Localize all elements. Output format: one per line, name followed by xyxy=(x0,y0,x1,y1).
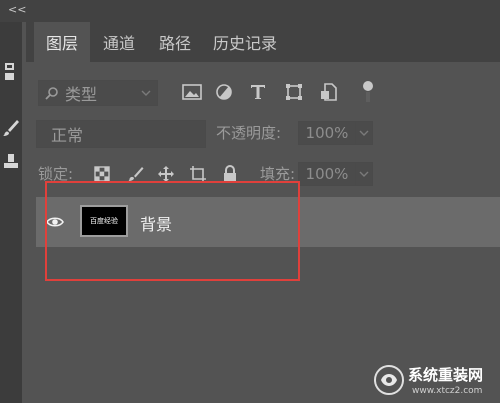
watermark-url: www.xtcz2.com xyxy=(412,386,483,396)
adjustment-filter-icon[interactable] xyxy=(212,80,236,104)
tab-channels[interactable]: 通道 xyxy=(90,22,148,62)
fill-value: 100% xyxy=(305,165,349,183)
watermark-logo-icon xyxy=(374,365,404,395)
tool-strip xyxy=(0,22,22,403)
highlight-box xyxy=(45,181,300,281)
opacity-field[interactable]: 100% xyxy=(298,121,356,145)
tab-label: 通道 xyxy=(102,34,135,53)
filter-toggle-icon[interactable] xyxy=(356,80,380,104)
chevron-down-icon xyxy=(141,90,151,96)
panel-tabs: 图层 通道 路径 历史记录 xyxy=(26,22,500,62)
tab-history[interactable]: 历史记录 xyxy=(202,22,288,62)
image-filter-icon[interactable] xyxy=(180,80,204,104)
fill-dropdown[interactable] xyxy=(355,162,373,186)
watermark-title: 系统重装网 xyxy=(408,366,484,384)
filter-kind-value: 类型 xyxy=(65,85,98,104)
blend-mode-select[interactable]: 正常 xyxy=(36,120,206,148)
opacity-value: 100% xyxy=(305,124,349,142)
collapse-icon[interactable]: << xyxy=(8,3,26,17)
tab-label: 路径 xyxy=(158,34,191,53)
chevron-down-icon xyxy=(359,171,369,177)
type-filter-icon[interactable] xyxy=(246,80,270,104)
brush-icon[interactable] xyxy=(0,114,22,142)
top-bar: << xyxy=(0,0,500,22)
search-icon xyxy=(45,87,58,100)
tab-label: 历史记录 xyxy=(212,34,277,53)
stamp-icon[interactable] xyxy=(0,148,22,176)
smart-object-filter-icon[interactable] xyxy=(316,80,340,104)
blend-mode-value: 正常 xyxy=(51,126,84,145)
tab-layers[interactable]: 图层 xyxy=(34,22,90,62)
tab-label: 图层 xyxy=(45,34,78,53)
layer-panel-icon[interactable] xyxy=(0,58,22,86)
opacity-label: 不透明度: xyxy=(216,124,282,142)
filter-kind-select[interactable]: 类型 xyxy=(38,80,158,106)
tab-paths[interactable]: 路径 xyxy=(148,22,202,62)
chevron-down-icon xyxy=(359,130,369,136)
fill-field[interactable]: 100% xyxy=(298,162,356,186)
watermark: 系统重装网 www.xtcz2.com xyxy=(372,362,500,403)
shape-filter-icon[interactable] xyxy=(282,80,306,104)
opacity-dropdown[interactable] xyxy=(355,121,373,145)
